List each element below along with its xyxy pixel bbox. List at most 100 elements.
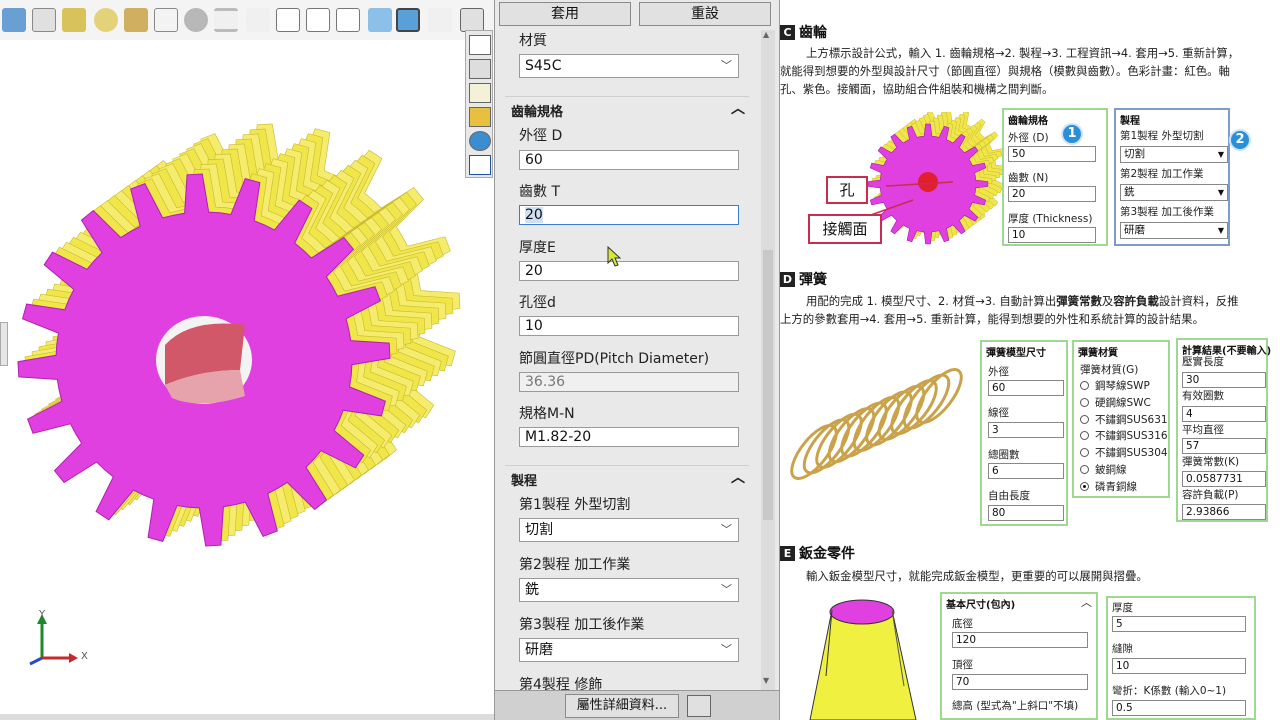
section-c-letter: C [780, 25, 795, 40]
material-value: S45C [525, 58, 562, 74]
panel-footer: 屬性詳細資料... [495, 690, 779, 720]
axis-x-label: X [81, 651, 88, 662]
chevron-down-icon: ﹀ [721, 583, 732, 596]
process3-select[interactable]: 研磨 ﹀ [519, 638, 739, 662]
panel-scrollbar[interactable]: ▲ ▼ [761, 30, 775, 690]
c-od-label: 外徑 (D) [1008, 132, 1049, 144]
e-thick-input: 5 [1112, 616, 1246, 632]
teeth-input[interactable]: 20 [519, 205, 739, 225]
spring-coil [802, 418, 851, 475]
arrow-icon[interactable] [428, 8, 452, 32]
cube-shaded-icon[interactable] [368, 8, 392, 32]
c-teeth-input: 20 [1008, 186, 1096, 202]
gear-spec-header[interactable]: 齒輪規格 ︿ [505, 96, 749, 120]
section-d-para-2: 上方的參數套用→4. 套用→5. 重新計算，能得到想要的外性和系統計算的設計結果… [780, 312, 1204, 326]
reset-button[interactable]: 重設 [639, 2, 771, 26]
list-icon[interactable] [469, 155, 491, 175]
layout-icon[interactable] [469, 107, 491, 127]
d-mean-label: 平均直徑 [1182, 424, 1224, 436]
d-load-input: 2.93866 [1182, 504, 1266, 520]
cube-lines-icon[interactable] [336, 8, 360, 32]
search-icon[interactable] [94, 8, 118, 32]
axis-triad: Y X [29, 609, 88, 666]
d-material-box: 彈簧材質 彈簧材質(G) 鋼琴線SWP 硬鋼線SWC 不鏽鋼SUS631 不鏽鋼SUS… [1072, 340, 1170, 498]
chevron-up-icon[interactable]: ︿ [731, 467, 745, 487]
pitch-input: 36.36 [519, 372, 739, 392]
left-collapse-handle[interactable] [0, 322, 8, 366]
spring-coil [840, 401, 888, 458]
parts-icon[interactable] [469, 59, 491, 79]
chevron-up-icon[interactable]: ︿ [731, 98, 745, 118]
module-input[interactable]: M1.82-20 [519, 427, 739, 447]
chevron-down-icon: ▼ [1217, 188, 1224, 197]
thickness-input[interactable]: 20 [519, 261, 739, 281]
axis-toolbar-icon[interactable] [460, 8, 484, 32]
c-gear-spec-box: 齒輪規格 外徑 (D) 50 齒數 (N) 20 厚度 (Thickness) … [1002, 108, 1108, 246]
viewport-scrollbar[interactable] [0, 714, 494, 720]
chevron-up-icon: ︿ [1081, 596, 1092, 609]
material-radio-option: 磷青銅線 [1080, 479, 1137, 494]
radio-icon [1080, 431, 1089, 441]
toolbar-icon-1[interactable] [2, 8, 26, 32]
c-od-input: 50 [1008, 146, 1096, 162]
badge-1: 1 [1061, 123, 1083, 145]
process1-label: 第1製程 外型切割 [519, 497, 631, 513]
material-radio-option: 鋼琴線SWP [1080, 378, 1150, 393]
axis-y-label: Y [38, 609, 46, 620]
e-top-label: 頂徑 [952, 659, 973, 671]
appearance-icon[interactable] [469, 131, 491, 151]
outer-d-input[interactable]: 60 [519, 150, 739, 170]
section-d-para-1: 用配的完成 1. 模型尺寸、2. 材質→3. 自動計算出彈簧常數及容許負載設計資… [780, 292, 1276, 310]
details-button[interactable]: 屬性詳細資料... [565, 694, 679, 718]
chevron-down-icon: ▼ [1217, 150, 1224, 159]
pen-icon[interactable] [246, 8, 270, 32]
folder-icon[interactable] [469, 83, 491, 103]
section-e-heading: 鈑金零件 [799, 546, 855, 562]
d-od-input: 60 [988, 380, 1064, 396]
d-size-box: 彈簧模型尺寸 外徑 60 線徑 3 總圈數 6 自由長度 80 [980, 340, 1068, 526]
process3-value: 研磨 [525, 642, 553, 658]
home-icon[interactable] [469, 35, 491, 55]
e-thick-label: 厚度 [1112, 602, 1133, 614]
process2-select[interactable]: 銑 ﹀ [519, 578, 739, 602]
appearance-toolbar-icon[interactable] [184, 8, 208, 32]
scroll-down-icon[interactable]: ▼ [763, 676, 769, 685]
cube-hidden-icon[interactable] [306, 8, 330, 32]
model-viewport[interactable]: Y X [0, 0, 494, 720]
pitch-label: 節圓直徑PD(Pitch Diameter) [519, 351, 710, 367]
gear-model[interactable] [0, 40, 494, 640]
e-base-input: 120 [952, 632, 1088, 648]
balance-icon[interactable] [124, 8, 148, 32]
hole-input[interactable]: 10 [519, 316, 739, 336]
radio-icon [1080, 397, 1089, 407]
apply-button[interactable]: 套用 [499, 2, 631, 26]
d-result-box: 計算結果(不要輸入) 壓實長度 30 有效圈數 4 平均直徑 57 彈簧常數(K… [1176, 338, 1271, 522]
c-p1-select: 切割 ▼ [1120, 146, 1228, 163]
settings-icon[interactable] [687, 695, 711, 717]
cube-wire-icon[interactable] [276, 8, 300, 32]
property-panel: 套用 重設 材質 S45C ﹀ 齒輪規格 ︿ 外徑 D 60 齒數 T 20 厚… [494, 0, 780, 720]
e-box1-title: 基本尺寸(包內) [946, 600, 1016, 611]
ruler-icon[interactable] [62, 8, 86, 32]
cube-shaded-edges-icon[interactable] [396, 8, 420, 32]
d-rate-label: 彈簧常數(K) [1182, 456, 1240, 468]
spring-coil [852, 396, 901, 452]
toolbar-icon-2[interactable] [32, 8, 56, 32]
c-thick-label: 厚度 (Thickness) [1008, 213, 1093, 225]
process1-select[interactable]: 切割 ﹀ [519, 518, 739, 542]
teeth-value: 20 [525, 207, 543, 223]
material-select[interactable]: S45C ﹀ [519, 54, 739, 78]
scroll-up-icon[interactable]: ▲ [763, 30, 769, 39]
process-header[interactable]: 製程 ︿ [505, 465, 749, 489]
sketch-icon[interactable] [154, 8, 178, 32]
process2-label: 第2製程 加工作業 [519, 557, 631, 573]
c-p3-value: 研磨 [1124, 224, 1145, 236]
e-top-input: 70 [952, 674, 1088, 690]
manager-tabs [465, 30, 493, 178]
spring-coil [915, 368, 963, 424]
lines-icon[interactable] [214, 8, 238, 32]
d-free-input: 80 [988, 505, 1064, 521]
d-load-label: 容許負載(P) [1182, 489, 1239, 501]
d-para-post: 設計資料，反推 [1158, 294, 1239, 308]
scrollbar-thumb[interactable] [763, 250, 773, 520]
